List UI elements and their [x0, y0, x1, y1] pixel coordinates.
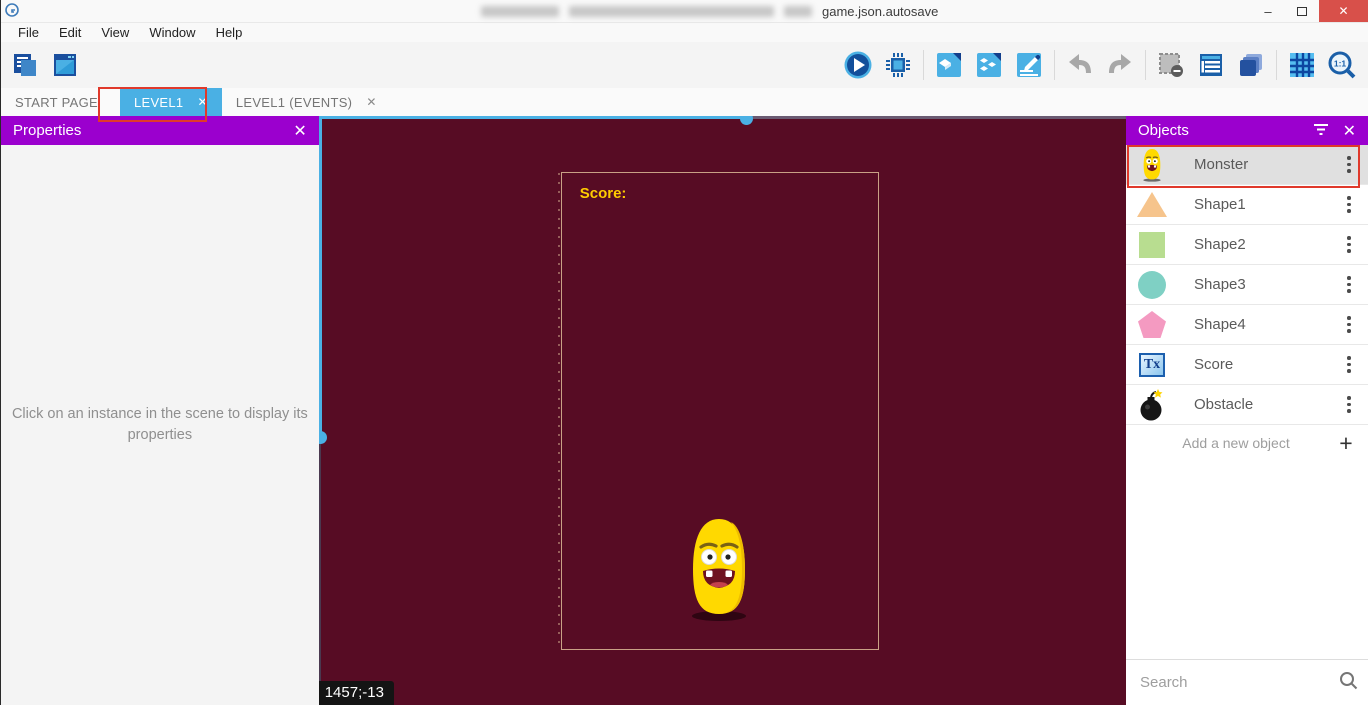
pentagon-icon	[1126, 310, 1178, 339]
object-menu-kebab-icon[interactable]	[1330, 396, 1368, 413]
objects-search-bar	[1126, 659, 1368, 705]
deselect-instances-icon[interactable]	[1156, 50, 1186, 80]
triangle-icon	[1126, 192, 1178, 217]
object-menu-kebab-icon[interactable]	[1330, 196, 1368, 213]
title-bar: game.json.autosave – ✕	[1, 0, 1368, 22]
editor-tab-bar: START PAGE LEVEL1 ✕ LEVEL1 (EVENTS) ✕	[1, 88, 1368, 116]
scene-canvas[interactable]: Score: 145	[319, 116, 1126, 705]
scene-resize-handle-left[interactable]	[319, 431, 327, 444]
scene-resize-handle-top[interactable]	[740, 116, 753, 125]
menu-edit[interactable]: Edit	[50, 23, 90, 42]
redacted-path-segment	[784, 6, 812, 17]
monster-instance[interactable]	[686, 516, 752, 622]
square-icon	[1126, 232, 1178, 258]
search-icon[interactable]	[1339, 671, 1358, 695]
scene-top-edge-extension	[747, 116, 1126, 119]
circle-icon	[1126, 271, 1178, 299]
object-menu-kebab-icon[interactable]	[1330, 276, 1368, 293]
close-button[interactable]: ✕	[1319, 0, 1368, 22]
scene-left-edge	[319, 116, 322, 438]
object-row-shape3[interactable]: Shape3	[1126, 265, 1368, 305]
object-menu-kebab-icon[interactable]	[1330, 356, 1368, 373]
menu-window[interactable]: Window	[140, 23, 204, 42]
object-row-shape2[interactable]: Shape2	[1126, 225, 1368, 265]
minimize-button[interactable]: –	[1251, 0, 1285, 22]
menu-view[interactable]: View	[92, 23, 138, 42]
properties-panel-body: Click on an instance in the scene to dis…	[1, 145, 319, 705]
object-menu-kebab-icon[interactable]	[1330, 316, 1368, 333]
object-row-shape1[interactable]: Shape1	[1126, 185, 1368, 225]
toolbar-divider	[1054, 50, 1055, 80]
properties-panel: Properties ✕ Click on an instance in the…	[1, 116, 319, 705]
start-page-icon[interactable]	[50, 50, 80, 80]
restore-button[interactable]	[1285, 0, 1319, 22]
redacted-path-segment	[569, 6, 774, 17]
object-menu-kebab-icon[interactable]	[1330, 156, 1368, 173]
add-new-object-button[interactable]: Add a new object +	[1126, 425, 1368, 461]
object-row-shape4[interactable]: Shape4	[1126, 305, 1368, 345]
menu-help[interactable]: Help	[207, 23, 252, 42]
filter-icon[interactable]	[1313, 122, 1329, 140]
objects-panel-title: Objects	[1138, 122, 1313, 139]
search-input[interactable]	[1140, 674, 1339, 691]
object-row-obstacle[interactable]: Obstacle	[1126, 385, 1368, 425]
properties-panel-title: Properties	[13, 122, 279, 139]
object-row-score[interactable]: Tx Score	[1126, 345, 1368, 385]
plus-icon: +	[1324, 430, 1368, 457]
object-row-monster[interactable]: Monster	[1126, 145, 1368, 185]
object-menu-kebab-icon[interactable]	[1330, 236, 1368, 253]
score-text-object[interactable]: Score:	[580, 185, 627, 202]
tab-start-page[interactable]: START PAGE	[1, 88, 112, 116]
cursor-coordinates: 1457;-13	[319, 681, 394, 705]
instances-list-icon[interactable]	[1196, 50, 1226, 80]
tab-level1-close-icon[interactable]: ✕	[197, 95, 207, 109]
window-title-filename: game.json.autosave	[822, 4, 938, 19]
play-icon[interactable]	[843, 50, 873, 80]
app-logo-icon	[1, 3, 23, 20]
objects-close-icon[interactable]: ✕	[1343, 121, 1356, 141]
menu-bar: File Edit View Window Help	[1, 22, 1368, 42]
zoom-ratio-label: 1:1	[1334, 59, 1347, 69]
window-title: game.json.autosave	[481, 0, 938, 22]
grid-icon[interactable]	[1287, 50, 1317, 80]
zoom-1-1-icon[interactable]: 1:1	[1327, 50, 1357, 80]
tab-level1-events[interactable]: LEVEL1 (EVENTS) ✕	[222, 88, 391, 116]
gdevelop-window: game.json.autosave – ✕ File Edit View Wi…	[0, 0, 1368, 705]
menu-file[interactable]: File	[9, 23, 48, 42]
monster-icon	[1126, 148, 1178, 182]
toolbar-divider	[923, 50, 924, 80]
redo-icon[interactable]	[1105, 50, 1135, 80]
objects-panel: Objects ✕ Monster Shape1 Shap	[1126, 116, 1368, 705]
toolbar-divider	[1276, 50, 1277, 80]
redacted-path-segment	[481, 6, 559, 17]
project-manager-icon[interactable]	[10, 50, 40, 80]
toolbar-divider	[1145, 50, 1146, 80]
debug-icon[interactable]	[883, 50, 913, 80]
object-groups-icon[interactable]	[974, 50, 1004, 80]
properties-close-icon[interactable]: ✕	[293, 121, 306, 141]
scene-properties-icon[interactable]	[1014, 50, 1044, 80]
tab-level1-events-close-icon[interactable]: ✕	[366, 95, 376, 109]
objects-panel-header: Objects ✕	[1126, 116, 1368, 145]
scene-top-edge	[319, 116, 747, 119]
undo-icon[interactable]	[1065, 50, 1095, 80]
properties-empty-hint: Click on an instance in the scene to dis…	[10, 404, 310, 446]
restore-icon	[1297, 7, 1307, 16]
text-object-icon: Tx	[1126, 353, 1178, 377]
properties-panel-header: Properties ✕	[1, 116, 319, 145]
objects-editor-icon[interactable]	[934, 50, 964, 80]
objects-panel-spacer	[1126, 461, 1368, 659]
scene-left-edge-extension	[319, 438, 321, 705]
bomb-icon	[1126, 389, 1178, 421]
toolbar: 1:1	[1, 42, 1368, 88]
layers-icon[interactable]	[1236, 50, 1266, 80]
tab-level1[interactable]: LEVEL1 ✕	[120, 88, 222, 116]
